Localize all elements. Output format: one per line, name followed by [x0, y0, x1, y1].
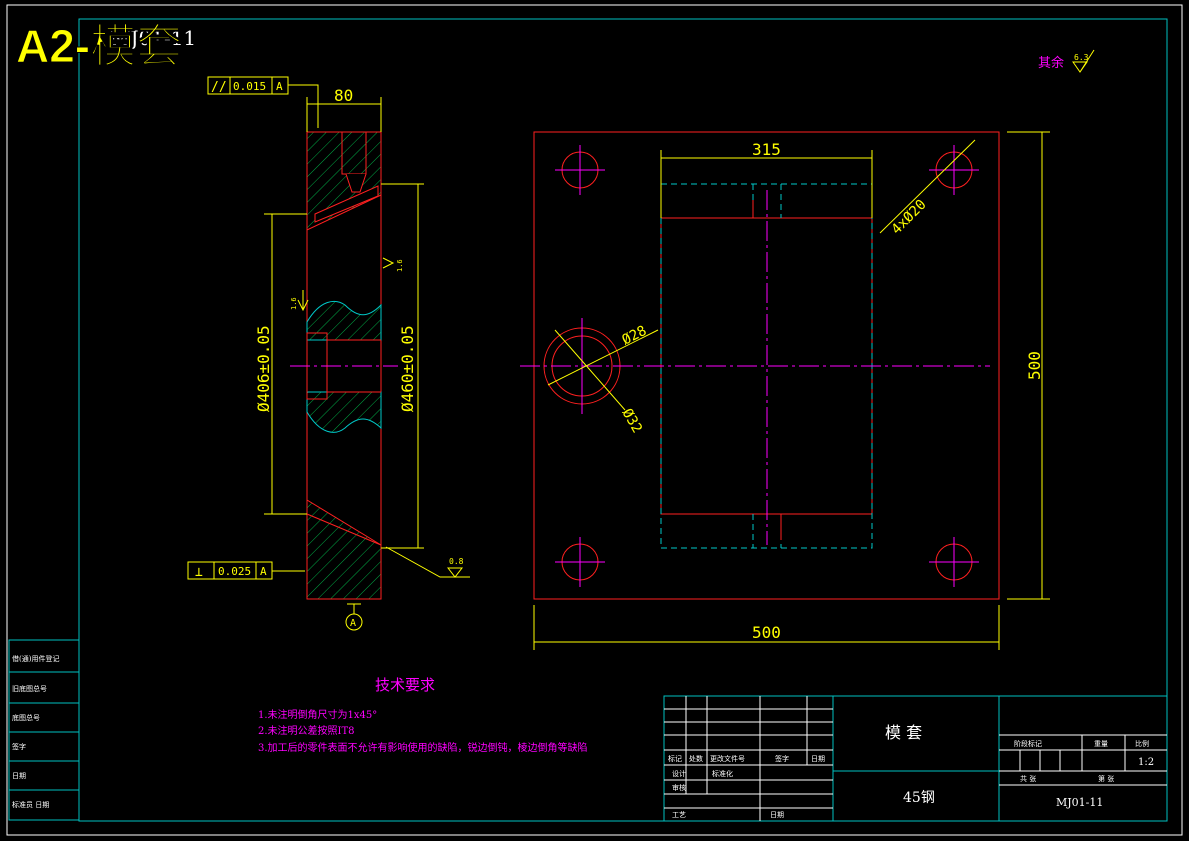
- tech-requirements: 技术要求 1.未注明倒角尺寸为1x45° 2.未注明公差按照IT8 3.加工后的…: [258, 676, 588, 754]
- tol-parallel-symbol: //: [211, 80, 227, 95]
- tb-label-date2: 日期: [770, 811, 784, 819]
- dim-outer-dia: Ø460±0.05: [398, 325, 417, 412]
- hatch-lower: [306, 499, 382, 600]
- tol-parallel-leader: [288, 84, 319, 128]
- datum-label: A: [350, 618, 356, 629]
- dim-width-80: 80: [334, 86, 353, 105]
- tb-label-standardize: 标准化: [712, 769, 733, 778]
- tb-label-stage: 阶段标记: [1014, 739, 1042, 748]
- tb-label-change: 更改文件号: [710, 754, 745, 763]
- tb-part-name: 模 套: [885, 723, 922, 742]
- title-block: 标记 处数 更改文件号 签字 日期 设计 标准化 审核 工艺 日期 模 套 45…: [663, 695, 1168, 822]
- tb-material: 45钢: [903, 790, 935, 806]
- dim-width-500: 500: [752, 623, 781, 642]
- dim-d32: Ø32: [619, 406, 646, 436]
- left-strip: 借(通)用件登记 旧底图总号 底图总号 签字 日期 标准员 日期: [8, 639, 80, 821]
- dim-top-315: 315: [752, 140, 781, 159]
- tb-label-process: 工艺: [672, 811, 686, 819]
- tech-item-1: 1.未注明倒角尺寸为1x45°: [258, 708, 377, 721]
- left-strip-text-1: 借(通)用件登记: [12, 654, 59, 663]
- tb-drawing-no: MJ01-11: [1056, 796, 1103, 809]
- tech-item-3: 3.加工后的零件表面不允许有影响使用的缺陷，锐边倒钝，棱边倒角等缺陷: [258, 741, 588, 754]
- left-strip-text-3: 底图总号: [12, 713, 40, 722]
- tol-perp-symbol: ⊥: [195, 565, 203, 580]
- roughness-1: 1.6: [290, 297, 298, 310]
- outer-border: [6, 4, 1183, 836]
- tb-label-date: 日期: [811, 755, 825, 763]
- tb-label-sheet-no: 第 张: [1098, 774, 1114, 783]
- hatch-middle-bottom: [306, 391, 382, 433]
- cad-drawing: MJ01-11 A2-模套 其余 6.3 80 Ø406±0.05 Ø460±0…: [6, 4, 1183, 836]
- sheet-title: A2-模套: [16, 20, 182, 72]
- left-strip-text-2: 旧底图总号: [12, 684, 47, 693]
- dim-holes: 4xØ20: [889, 197, 930, 238]
- roughness-symbol-2: [382, 257, 395, 269]
- roughness-note-value: 6.3: [1074, 53, 1089, 62]
- tech-heading: 技术要求: [375, 676, 435, 694]
- tech-item-2: 2.未注明公差按照IT8: [258, 724, 355, 737]
- dim-inner-dia: Ø406±0.05: [254, 325, 273, 412]
- tb-label-sign: 签字: [775, 754, 789, 763]
- left-strip-text-5: 日期: [12, 772, 26, 780]
- tb-label-design: 设计: [672, 769, 686, 778]
- plan-view: 315 4xØ20 Ø28 Ø32 500 500: [520, 131, 1050, 650]
- tol-parallel-datum: A: [276, 80, 283, 93]
- dim-d32-leader: [554, 329, 626, 411]
- tb-label-sheets-total: 共 张: [1020, 774, 1036, 783]
- tol-parallel-value: 0.015: [233, 80, 266, 93]
- roughness-note-label: 其余: [1038, 55, 1064, 71]
- tb-scale: 1:2: [1138, 757, 1154, 768]
- tb-label-weight: 重量: [1094, 740, 1108, 748]
- tb-label-count: 处数: [689, 754, 703, 763]
- roughness-3: 0.8: [449, 557, 464, 566]
- hatch-middle-top: [306, 301, 382, 341]
- left-strip-frame: [8, 639, 80, 821]
- left-strip-text-6: 标准员 日期: [12, 800, 49, 809]
- dim-height-500: 500: [1025, 351, 1044, 380]
- left-strip-text-4: 签字: [12, 742, 26, 751]
- dim-d28: Ø28: [620, 323, 650, 349]
- tb-label-review: 审核: [672, 783, 686, 792]
- tb-label-ratio: 比例: [1135, 739, 1149, 748]
- roughness-2: 1.6: [396, 259, 404, 272]
- tol-perp-value: 0.025: [218, 565, 251, 578]
- tb-label-mark: 标记: [668, 754, 682, 763]
- tol-perp-datum: A: [260, 565, 267, 578]
- section-view: 80 Ø406±0.05 Ø460±0.05 // 0.015 A ⊥ 0.02…: [187, 76, 470, 631]
